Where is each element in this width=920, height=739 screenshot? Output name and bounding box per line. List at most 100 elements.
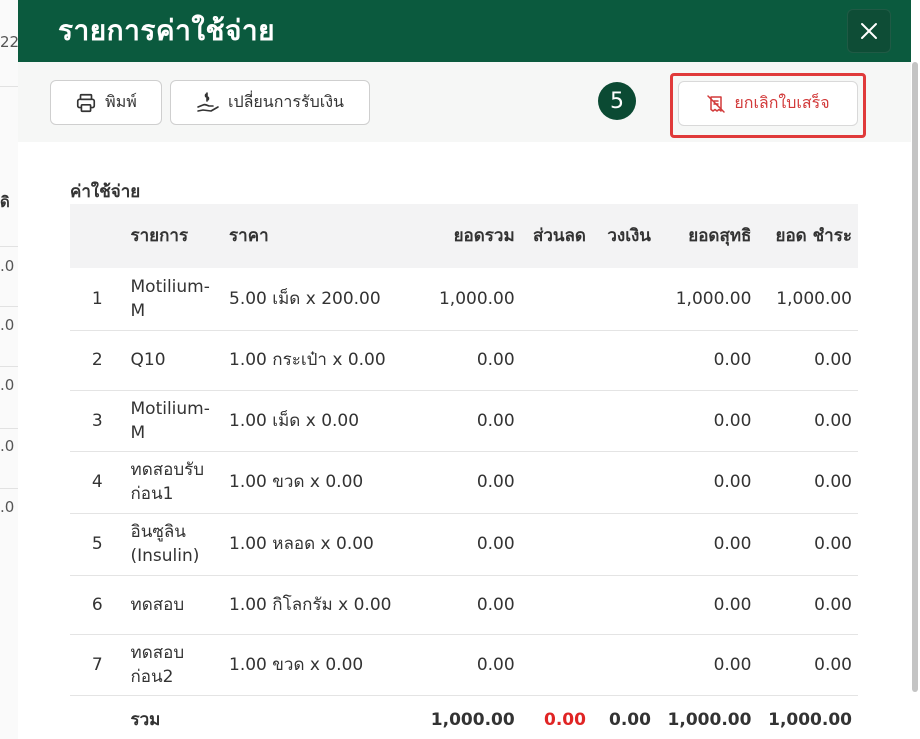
footer-paid: 1,000.00: [768, 710, 852, 731]
row-limit: [592, 575, 657, 634]
row-index: 1: [91, 288, 103, 309]
row-discount: [521, 330, 592, 390]
expenses-table: รายการ ราคา ยอดรวม ส่วนลด วงเงิน ยอดสุทธ…: [70, 204, 858, 739]
row-item: อินซูลิน (Insulin): [130, 522, 200, 566]
column-header-limit: วงเงิน: [607, 226, 651, 246]
column-header-total: ยอดรวม: [453, 226, 515, 246]
close-icon: [861, 23, 877, 39]
section-title: ค่าใช้จ่าย: [70, 182, 141, 202]
row-total: 0.00: [476, 350, 515, 370]
background-fragment: ดิ: [0, 193, 10, 211]
column-header-discount: ส่วนลด: [532, 226, 586, 246]
row-paid: 0.00: [814, 350, 852, 370]
background-fragment: .0: [0, 498, 15, 516]
background-divider: [0, 366, 18, 367]
row-limit: [592, 268, 657, 330]
row-discount: [521, 451, 592, 513]
column-header-item: รายการ: [130, 226, 189, 246]
background-fragment: .0: [0, 316, 15, 334]
table-row: 4 ทดสอบรับก่อน1 1.00 ขวด x 0.00 0.00 0.0…: [70, 451, 858, 513]
row-index: 4: [91, 472, 103, 492]
row-item: ทดสอบรับก่อน1: [130, 460, 205, 504]
cancel-receipt-label: ยกเลิกใบเสร็จ: [734, 93, 830, 112]
row-total: 0.00: [476, 534, 515, 554]
modal-header: รายการค่าใช้จ่าย: [18, 0, 911, 62]
row-net: 1,000.00: [675, 288, 752, 309]
close-button[interactable]: [847, 9, 891, 53]
row-limit: [592, 390, 657, 451]
row-index: 7: [91, 654, 103, 675]
footer-price: [223, 695, 420, 739]
background-fragment: .0: [0, 257, 15, 275]
footer-discount: 0.00: [544, 710, 586, 731]
row-paid: 0.00: [814, 654, 852, 675]
receipt-off-icon: [707, 94, 726, 113]
row-total: 0.00: [476, 594, 515, 615]
table-row: 3 Motilium-M 1.00 เม็ด x 0.00 0.00 0.00 …: [70, 390, 858, 451]
background-divider: [0, 428, 18, 429]
change-payment-label: เปลี่ยนการรับเงิน: [228, 92, 344, 111]
cancel-receipt-button[interactable]: ยกเลิกใบเสร็จ: [678, 81, 858, 126]
row-price: 1.00 เม็ด x 0.00: [229, 410, 360, 431]
row-price: 1.00 กระเป๋า x 0.00: [229, 350, 386, 370]
row-paid: 1,000.00: [776, 288, 852, 309]
print-button[interactable]: พิมพ์: [50, 80, 162, 125]
expense-modal: รายการค่าใช้จ่าย พิมพ์ เปลี่ยนการรับเงิน: [18, 0, 911, 739]
row-discount: [521, 634, 592, 695]
page-scrollbar[interactable]: [912, 62, 918, 692]
row-item: ทดสอบก่อน2: [130, 642, 185, 687]
print-label: พิมพ์: [105, 92, 137, 111]
row-item: Q10: [130, 350, 166, 370]
step-badge: 5: [598, 82, 636, 120]
row-index: 6: [91, 594, 103, 615]
background-divider: [0, 488, 18, 489]
background-fragment: .0: [0, 437, 15, 455]
row-item: ทดสอบ: [130, 594, 185, 615]
row-discount: [521, 575, 592, 634]
table-footer-row: รวม 1,000.00 0.00 0.00 1,000.00 1,000.00: [70, 695, 858, 739]
row-item: Motilium-M: [130, 276, 210, 321]
row-limit: [592, 330, 657, 390]
row-item: Motilium-M: [130, 398, 210, 443]
footer-net: 1,000.00: [667, 710, 752, 731]
row-total: 0.00: [476, 472, 515, 492]
row-paid: 0.00: [814, 594, 852, 615]
background-strip: 22 ดิ .0 .0 .0 .0 .0: [0, 0, 18, 739]
printer-icon: [77, 93, 96, 112]
modal-toolbar: พิมพ์ เปลี่ยนการรับเงิน 5 ยกเลิกใบเสร็จ: [18, 62, 911, 142]
row-limit: [592, 513, 657, 575]
row-net: 0.00: [713, 350, 752, 370]
column-header-net: ยอดสุทธิ: [688, 226, 752, 246]
column-header-paid: ยอด ชำระ: [775, 226, 852, 246]
row-total: 0.00: [476, 654, 515, 675]
table-row: 2 Q10 1.00 กระเป๋า x 0.00 0.00 0.00 0.00: [70, 330, 858, 390]
footer-total: 1,000.00: [430, 710, 515, 731]
column-header-index: [70, 204, 125, 268]
change-payment-button[interactable]: เปลี่ยนการรับเงิน: [170, 80, 370, 125]
table-row: 5 อินซูลิน (Insulin) 1.00 หลอด x 0.00 0.…: [70, 513, 858, 575]
expenses-section: ค่าใช้จ่าย รายการ ราคา ยอดรวม ส่วนลด วงเ…: [18, 142, 911, 739]
table-header-row: รายการ ราคา ยอดรวม ส่วนลด วงเงิน ยอดสุทธ…: [70, 204, 858, 268]
row-total: 1,000.00: [438, 288, 515, 309]
background-fragment: .0: [0, 376, 15, 394]
table-row: 1 Motilium-M 5.00 เม็ด x 200.00 1,000.00…: [70, 268, 858, 330]
footer-label: รวม: [130, 710, 161, 731]
row-index: 3: [91, 410, 103, 431]
footer-index: [70, 695, 125, 739]
row-price: 1.00 หลอด x 0.00: [229, 534, 374, 554]
row-limit: [592, 634, 657, 695]
row-limit: [592, 451, 657, 513]
hand-money-icon: [197, 91, 219, 112]
row-discount: [521, 513, 592, 575]
row-net: 0.00: [713, 472, 752, 492]
column-header-price: ราคา: [229, 226, 269, 246]
row-index: 2: [91, 350, 103, 370]
footer-limit: 0.00: [608, 710, 651, 731]
row-paid: 0.00: [814, 410, 852, 431]
table-row: 7 ทดสอบก่อน2 1.00 ขวด x 0.00 0.00 0.00 0…: [70, 634, 858, 695]
row-paid: 0.00: [814, 472, 852, 492]
background-divider: [0, 86, 18, 87]
row-total: 0.00: [476, 410, 515, 431]
background-divider: [0, 246, 18, 247]
row-net: 0.00: [713, 534, 752, 554]
